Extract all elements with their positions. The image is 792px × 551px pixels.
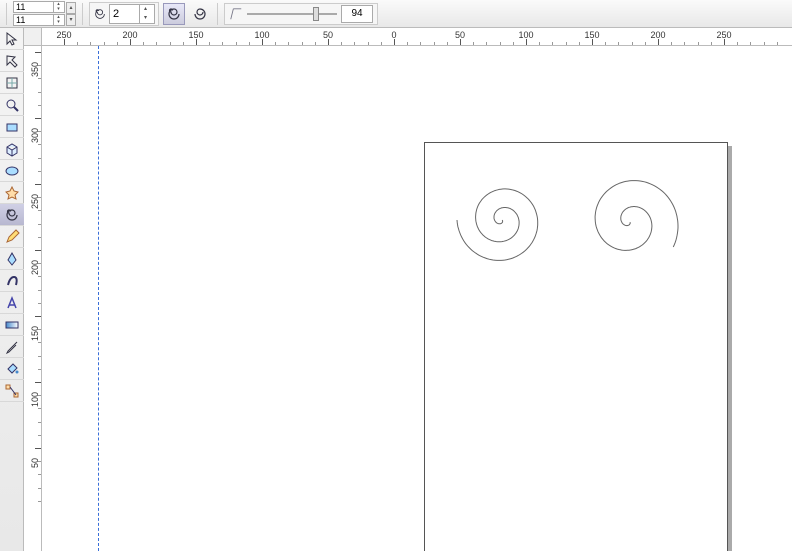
tool-pencil[interactable]	[0, 226, 24, 248]
toolbar-divider	[217, 3, 218, 25]
canvas[interactable]	[42, 46, 792, 551]
spiral-turns-icon	[93, 7, 107, 21]
toolbox	[0, 28, 24, 551]
ruler-corner[interactable]	[24, 28, 42, 46]
spinner-a-value: 11	[16, 2, 25, 12]
tool-star[interactable]	[0, 182, 24, 204]
spinner-pair: 11 ▴▾ 11 ▴▾	[13, 1, 65, 26]
tool-connector[interactable]	[0, 380, 24, 402]
tool-3dbox[interactable]	[0, 138, 24, 160]
divergence-slider[interactable]	[247, 7, 337, 21]
tool-ellipse[interactable]	[0, 160, 24, 182]
spiral-in-button[interactable]	[163, 3, 185, 25]
spiral-out-button[interactable]	[189, 3, 211, 25]
turns-buttons[interactable]: ▴▾	[139, 5, 151, 23]
top-toolbar: 11 ▴▾ 11 ▴▾ ▴▾ 2 ▴▾ 94	[0, 0, 792, 28]
tool-gradient[interactable]	[0, 314, 24, 336]
spinner-b-buttons[interactable]: ▴▾	[53, 15, 63, 25]
slider-thumb[interactable]	[313, 7, 319, 21]
turns-value: 2	[113, 8, 119, 20]
tool-calligraphy[interactable]	[0, 270, 24, 292]
tool-selector[interactable]	[0, 28, 24, 50]
ruler-horizontal[interactable]: 25020015010050050100150200250	[24, 28, 792, 46]
spiral-path[interactable]	[457, 189, 538, 261]
divergence-value[interactable]: 94	[341, 5, 373, 23]
divergence-group: 94	[224, 3, 378, 25]
spiral-path[interactable]	[595, 181, 678, 251]
tool-node[interactable]	[0, 50, 24, 72]
tool-spiral[interactable]	[0, 204, 24, 226]
extra-spin[interactable]: ▴▾	[66, 2, 76, 26]
spiral-drawing	[42, 46, 792, 551]
tool-bucket[interactable]	[0, 358, 24, 380]
spinner-b-value: 11	[16, 15, 25, 25]
toolbar-divider	[6, 3, 7, 25]
spinner-a[interactable]: 11 ▴▾	[13, 1, 65, 13]
turns-input[interactable]: 2 ▴▾	[109, 4, 155, 24]
tool-rectangle[interactable]	[0, 116, 24, 138]
spinner-b[interactable]: 11 ▴▾	[13, 14, 65, 26]
spinner-a-buttons[interactable]: ▴▾	[53, 2, 63, 12]
ruler-vertical[interactable]: 35030025020015010050	[24, 46, 42, 551]
toolbar-divider	[82, 3, 83, 25]
tool-zoom[interactable]	[0, 94, 24, 116]
turns-group: 2 ▴▾	[89, 2, 159, 26]
tool-tweak[interactable]	[0, 72, 24, 94]
tool-dropper[interactable]	[0, 336, 24, 358]
divergence-icon	[229, 7, 243, 21]
tool-pen[interactable]	[0, 248, 24, 270]
tool-text[interactable]	[0, 292, 24, 314]
slider-track	[247, 13, 337, 15]
